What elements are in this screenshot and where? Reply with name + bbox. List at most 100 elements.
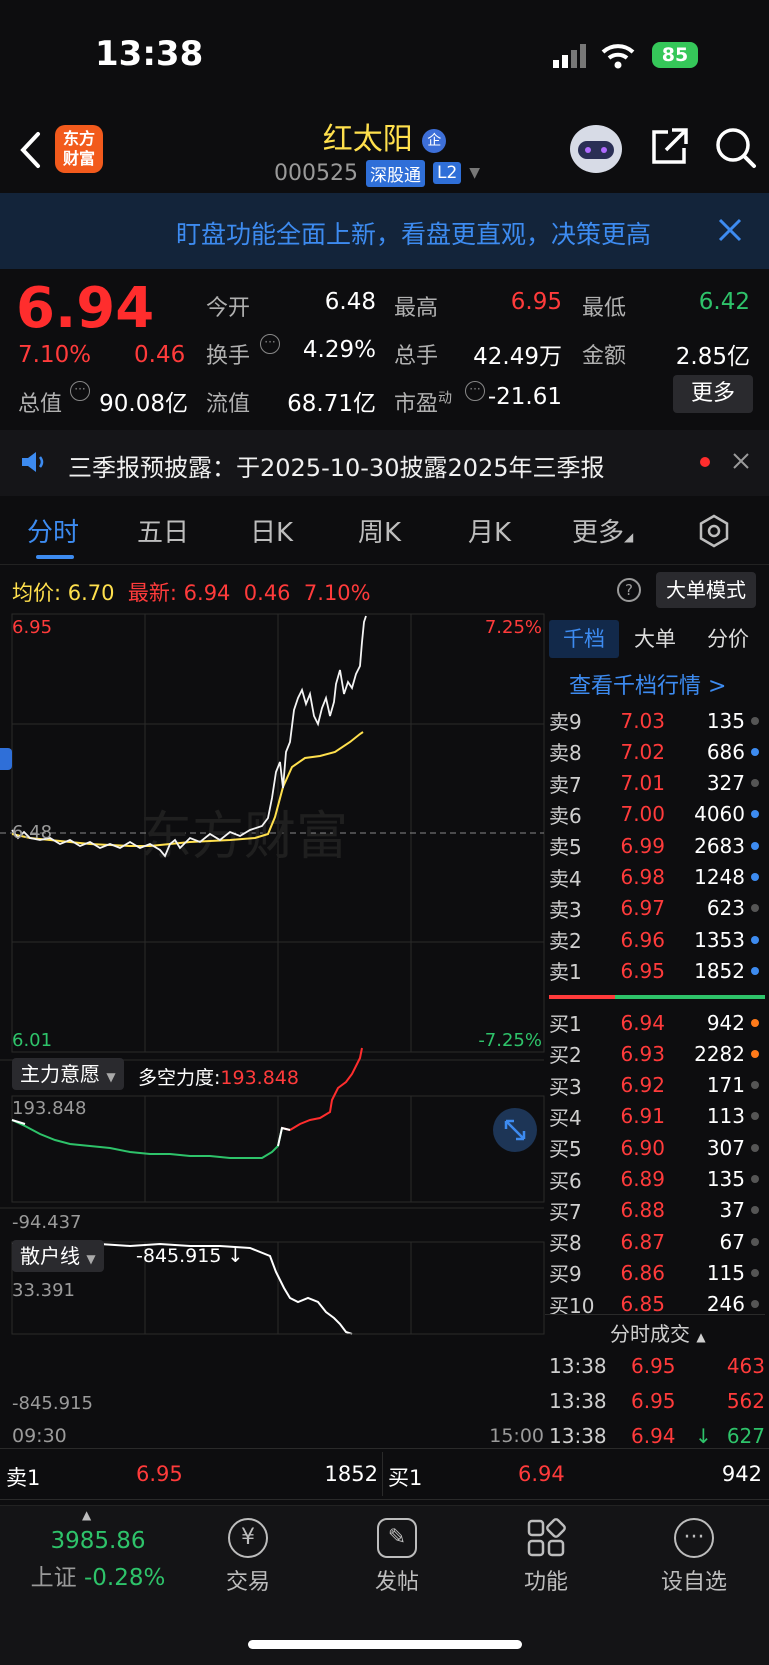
index-change: -0.28% [83,1565,166,1591]
share-icon[interactable] [648,126,690,168]
ask-row[interactable]: 卖9 7.03 135 [549,705,765,736]
info-icon[interactable]: ··· [465,381,485,401]
book-tab-price[interactable]: 分价 [691,620,765,658]
order-dot-icon [751,1300,759,1309]
close-icon[interactable] [732,452,750,470]
indicator1-select[interactable]: 主力意愿 ▼ [12,1058,124,1090]
info-icon[interactable]: ··· [70,381,90,401]
index-name: 上证 [30,1565,77,1591]
tab-intraday[interactable]: 分时 [27,512,79,549]
tag-connect: 深股通 [365,159,425,187]
ratio-bar-sell [549,995,615,999]
home-indicator[interactable] [248,1640,522,1649]
tab-more-label: 更多 [572,518,625,548]
ask-volume: 1248 [694,865,745,889]
ask-row[interactable]: 卖3 6.97 623 [549,893,765,924]
more-button[interactable]: 更多 [673,375,753,413]
ask-row[interactable]: 卖1 6.95 1852 [549,955,765,986]
big-order-mode-button[interactable]: 大单模式 [656,572,756,608]
open-value: 6.48 [324,289,376,315]
latest-chg: 0.46 [243,581,291,605]
ask-row[interactable]: 卖5 6.99 2683 [549,830,765,861]
order-dot-icon [751,904,759,913]
index-value: 3985.86 [50,1528,146,1554]
tab-weekly-k[interactable]: 周K [358,512,401,549]
bid-price: 6.89 [620,1167,665,1191]
tab-five-day[interactable]: 五日 [137,512,189,549]
tab-daily-k[interactable]: 日K [250,512,293,549]
tab-more[interactable]: 更多◢ [572,512,633,549]
ask-volume: 2683 [694,833,745,858]
indicator2-min: -845.915 [12,1393,93,1414]
trade-volume: 627 [726,1424,765,1448]
bid-row[interactable]: 买4 6.91 113 [549,1101,765,1132]
more-dots-icon: ··· [674,1518,714,1558]
nav-function[interactable]: 功能 [486,1518,606,1596]
ask-price: 6.99 [620,833,665,858]
bid-volume: 113 [706,1104,745,1129]
order-dot-icon [751,1143,759,1152]
amount-value: 2.85亿 [675,344,750,370]
open-label: 今开 [206,296,251,321]
chart-top-pct: 7.25% [484,617,542,638]
indicator2-name: 散户线 [20,1244,80,1268]
bid-row[interactable]: 买1 6.94 942 [549,1007,765,1038]
nav-post[interactable]: ✎ 发帖 [337,1518,457,1596]
ratio-bar-buy [615,995,765,999]
mktcap-value: 90.08亿 [99,391,188,417]
intraday-chart[interactable]: 东方财富 [0,612,546,1434]
low-label: 最低 [582,296,627,321]
bid-row[interactable]: 买9 6.86 115 [549,1257,765,1288]
book-link[interactable]: 查看千档行情 > [569,668,726,700]
bid-row[interactable]: 买8 6.87 67 [549,1226,765,1257]
info-icon[interactable]: ··· [260,334,280,354]
robot-avatar-icon[interactable] [566,119,626,175]
order-dot-icon [751,747,759,756]
indicator1-strength: 多空力度:193.848 [138,1063,299,1090]
ask-row[interactable]: 卖4 6.98 1248 [549,862,765,893]
cursor-handle[interactable] [0,748,12,770]
nav-watchlist-label: 设自选 [660,1570,727,1595]
order-dot-icon [751,810,759,819]
ask-label: 卖6 [549,803,582,828]
ask-row[interactable]: 卖8 7.02 686 [549,736,765,767]
settings-icon[interactable] [697,514,731,548]
bid-label: 买4 [549,1105,582,1130]
close-icon[interactable] [716,216,744,244]
order-dot-icon [751,1018,759,1027]
nav-trade[interactable]: ¥ 交易 [188,1518,308,1596]
bid-label: 买7 [549,1199,582,1224]
bid-price: 6.91 [620,1104,665,1129]
ask-row[interactable]: 卖6 7.00 4060 [549,799,765,830]
ask-row[interactable]: 卖2 6.96 1353 [549,924,765,955]
book-tab-big-order[interactable]: 大单 [619,620,691,658]
pe-label-text: 市盈 [394,392,439,417]
bid-price: 6.90 [620,1135,665,1160]
chart-bottom-price: 6.01 [12,1030,53,1051]
bid-label: 买9 [549,1262,582,1287]
ask-row[interactable]: 卖7 7.01 327 [549,768,765,799]
turnover-value: 4.29% [302,337,376,363]
indicator2-select[interactable]: 散户线 ▼ [12,1240,104,1272]
bid-row[interactable]: 买2 6.93 2282 [549,1038,765,1069]
nav-watchlist[interactable]: ··· 设自选 [634,1518,754,1596]
book-tab-thousand[interactable]: 千档 [549,620,619,658]
yen-icon: ¥ [228,1518,268,1558]
search-icon[interactable] [714,126,758,170]
index-widget[interactable]: 3985.86 上证 -0.28% [18,1528,178,1592]
banner-text: 盯盘功能全面上新，看盘更直观，决策更高 [176,220,652,249]
strength-value: 193.848 [220,1067,299,1089]
trade-volume: 562 [726,1389,765,1413]
bid-row[interactable]: 买7 6.88 37 [549,1195,765,1226]
help-icon[interactable]: ? [617,578,641,602]
chart-bottom-pct: -7.25% [478,1030,542,1051]
order-dot-icon [751,966,759,975]
dropdown-icon[interactable]: ▼ [469,165,480,181]
bid-row[interactable]: 买6 6.89 135 [549,1164,765,1195]
bid-price: 6.88 [620,1198,665,1223]
tab-monthly-k[interactable]: 月K [468,512,511,549]
bid-row[interactable]: 买3 6.92 171 [549,1070,765,1101]
expand-up-icon[interactable]: ▲ [82,1508,91,1522]
bid-row[interactable]: 买10 6.85 246 [549,1289,765,1320]
bid-row[interactable]: 买5 6.90 307 [549,1132,765,1163]
